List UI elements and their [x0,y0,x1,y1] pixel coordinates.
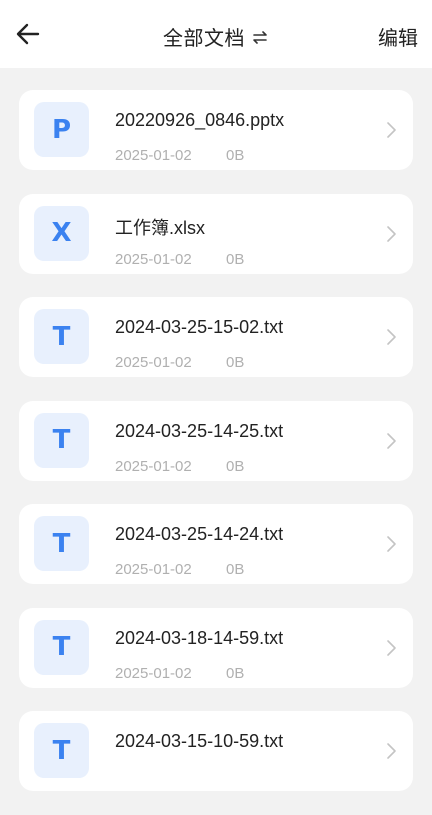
file-type-letter: T [52,632,71,662]
file-name: 2024-03-15-10-59.txt [115,731,284,751]
chevron-right-icon [387,122,396,138]
chevron-right-icon [387,743,396,759]
file-type-letter: T [52,425,71,455]
file-type-icon: T [34,723,89,778]
file-type-icon: T [34,309,89,364]
file-item[interactable]: T 2024-03-25-15-02.txt 2025-01-02 0B [19,297,413,377]
file-name: 2024-03-25-15-02.txt [115,317,284,337]
file-name: 2024-03-18-14-59.txt [115,627,284,648]
file-item[interactable]: T 2024-03-25-14-25.txt 2025-01-02 0B [19,400,413,481]
file-type-icon: P [34,102,89,157]
file-type-letter: X [51,218,72,248]
swap-icon [253,30,267,44]
file-type-letter: T [52,735,71,766]
file-type-letter: P [51,114,72,145]
file-size: 0B [226,147,245,164]
file-type-icon: T [34,412,89,468]
file-item[interactable]: T 2024-03-18-14-59.txt 2025-01-02 0B [19,607,413,688]
file-date: 2025-01-02 [115,457,192,475]
file-date: 2025-01-02 [115,664,192,682]
top-bar: 全部文档 编辑 [0,0,432,68]
file-type-icon: T [34,516,89,571]
page-title: 全部文档 [163,26,245,50]
file-item[interactable]: T 2024-03-25-14-24.txt 2025-01-02 0B [19,504,413,584]
file-date: 2025-01-02 [115,250,192,268]
chevron-right-icon [387,225,396,242]
file-date: 2025-01-02 [115,561,192,578]
title-switcher[interactable]: 全部文档 [0,22,432,51]
file-name: 20220926_0846.pptx [115,110,285,130]
file-type-icon: X [34,205,89,261]
file-size: 0B [226,457,245,475]
file-item[interactable]: P 20220926_0846.pptx 2025-01-02 0B [19,90,413,170]
chevron-right-icon [387,329,396,345]
file-item[interactable]: T 2024-03-15-10-59.txt [19,711,413,791]
file-size: 0B [226,250,245,268]
file-date: 2025-01-02 [115,147,192,164]
file-size: 0B [226,561,245,578]
chevron-right-icon [387,536,396,552]
file-item[interactable]: X 工作簿.xlsx 2025-01-02 0B [19,193,413,274]
chevron-right-icon [387,639,396,656]
file-size: 0B [226,664,245,682]
file-name: 2024-03-25-14-24.txt [115,524,284,544]
file-type-letter: T [52,528,71,559]
file-size: 0B [226,354,245,371]
file-date: 2025-01-02 [115,354,192,371]
file-name: 2024-03-25-14-25.txt [115,420,284,441]
file-name: 工作簿.xlsx [115,217,205,238]
chevron-right-icon [387,432,396,449]
edit-button[interactable]: 编辑 [378,22,418,51]
file-type-letter: T [52,321,71,352]
file-list: P 20220926_0846.pptx 2025-01-02 0B X 工作簿… [19,90,413,815]
file-type-icon: T [34,619,89,675]
